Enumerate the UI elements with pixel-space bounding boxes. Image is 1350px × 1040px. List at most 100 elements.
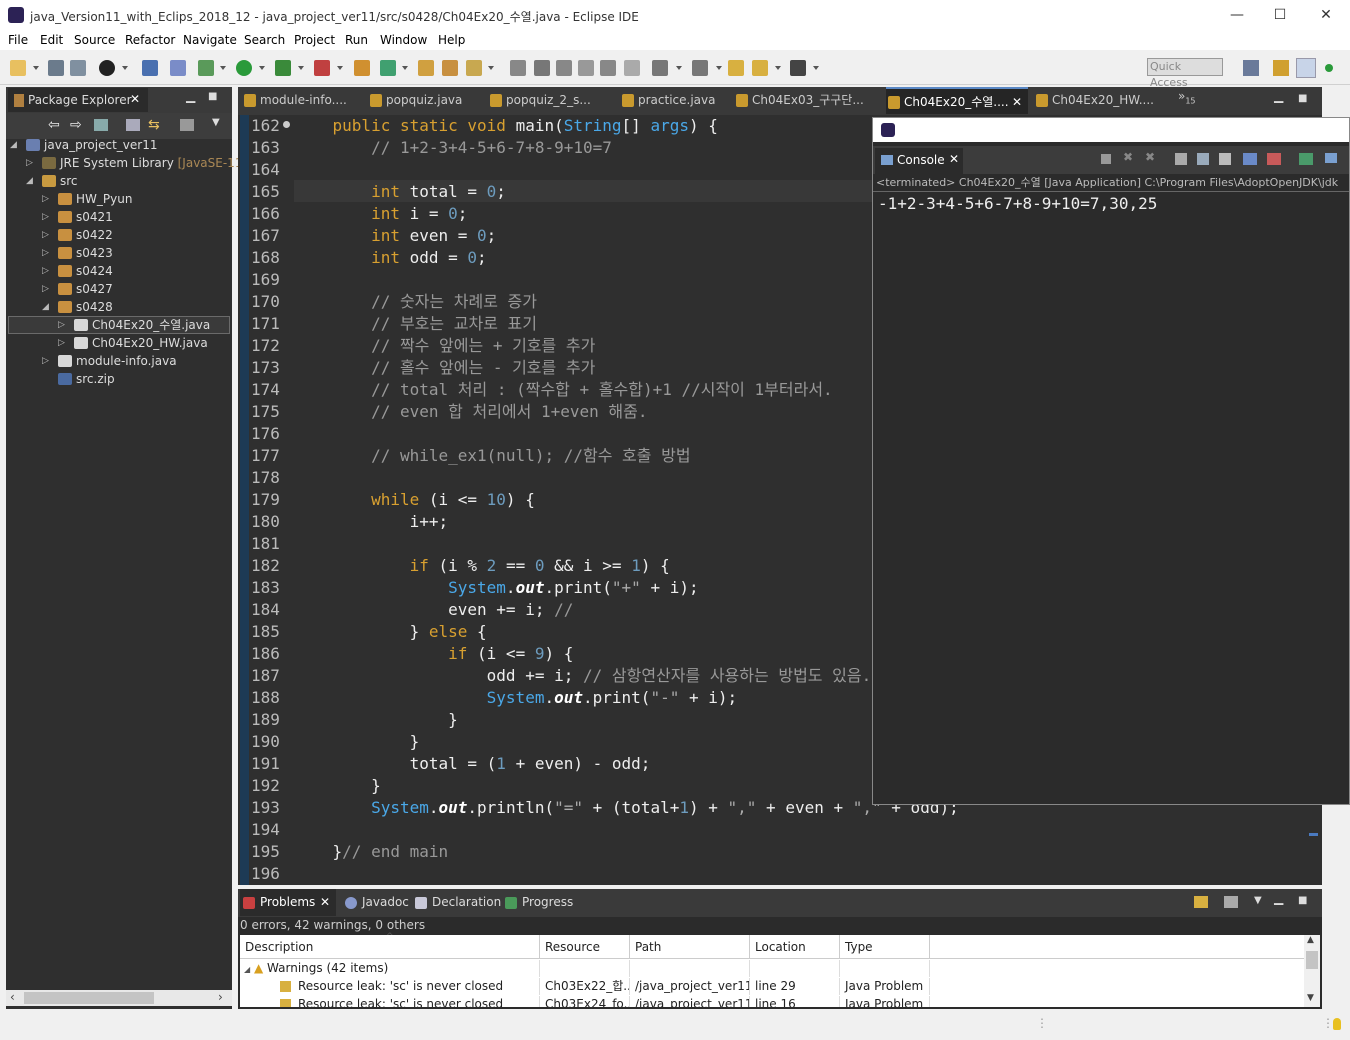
- minimize-view-icon[interactable]: ▁: [1274, 891, 1283, 905]
- menu-project[interactable]: Project: [294, 33, 335, 47]
- code-line[interactable]: // 1+2-3+4-5+6-7+8-9+10=7: [294, 137, 612, 159]
- scroll-thumb[interactable]: [24, 992, 154, 1004]
- terminate-icon[interactable]: [1101, 154, 1111, 164]
- tree-item-package[interactable]: s0428: [58, 298, 113, 316]
- open-console-icon[interactable]: [1325, 153, 1337, 163]
- code-line[interactable]: i++;: [294, 511, 449, 533]
- code-line[interactable]: // 부호는 교차로 표기: [294, 313, 537, 335]
- code-line[interactable]: public static void main(String[] args) {: [294, 115, 718, 137]
- toggle-mark-icon[interactable]: [510, 60, 526, 76]
- column-header-path[interactable]: Path: [630, 935, 750, 959]
- editor-tab[interactable]: popquiz_2_s...: [488, 87, 606, 114]
- editor-tab[interactable]: popquiz.java: [368, 87, 480, 114]
- skip-breakpoints-icon[interactable]: [170, 60, 186, 76]
- open-type-icon[interactable]: [418, 60, 434, 76]
- show-whitespace-icon[interactable]: [600, 60, 616, 76]
- scroll-left-icon[interactable]: ‹: [10, 990, 15, 1004]
- column-header-location[interactable]: Location: [750, 935, 840, 959]
- code-line[interactable]: if (i % 2 == 0 && i >= 1) {: [294, 555, 670, 577]
- last-edit-icon[interactable]: [728, 60, 744, 76]
- editor-tab[interactable]: Ch04Ex20_HW....: [1034, 87, 1164, 114]
- run-icon[interactable]: [236, 60, 252, 76]
- maximize-view-icon[interactable]: ■: [208, 91, 217, 102]
- tree-item-java-file[interactable]: Ch04Ex20_HW.java: [74, 334, 208, 352]
- code-line[interactable]: // 짝수 앞에는 + 기호를 추가: [294, 335, 595, 357]
- debug-icon[interactable]: [198, 60, 214, 76]
- view-menu-icon[interactable]: ▼: [1254, 895, 1262, 906]
- close-icon[interactable]: ✕: [320, 889, 330, 916]
- tree-item-java-file[interactable]: module-info.java: [58, 352, 177, 370]
- tree-item-zip[interactable]: src.zip: [58, 370, 115, 388]
- maximize-button[interactable]: ☐: [1269, 4, 1291, 26]
- menu-refactor[interactable]: Refactor: [125, 33, 175, 47]
- menu-edit[interactable]: Edit: [40, 33, 63, 47]
- code-line[interactable]: even += i; //: [294, 599, 573, 621]
- code-line[interactable]: System.out.print("+" + i);: [294, 577, 698, 599]
- close-icon[interactable]: ✕: [949, 152, 959, 166]
- console-output[interactable]: -1+2-3+4-5+6-7+8-9+10=7,30,25: [878, 194, 1157, 213]
- tab-console[interactable]: Console ✕: [875, 148, 963, 174]
- problems-vertical-scrollbar[interactable]: ▲ ▼: [1304, 935, 1320, 1007]
- tree-item-src[interactable]: src: [42, 172, 78, 190]
- editor-tab[interactable]: Ch04Ex03_구구단...: [734, 87, 878, 114]
- table-row[interactable]: Resource leak: 'sc' is never closed: [240, 996, 540, 1007]
- menu-help[interactable]: Help: [438, 33, 465, 47]
- code-line[interactable]: }: [294, 775, 381, 797]
- maximize-view-icon[interactable]: ■: [1298, 93, 1307, 104]
- menu-window[interactable]: Window: [380, 33, 427, 47]
- editor-tab[interactable]: module-info....: [242, 87, 360, 114]
- tree-item-package[interactable]: s0427: [58, 280, 113, 298]
- code-line[interactable]: System.out.println("=" + (total+1) + ","…: [294, 797, 959, 819]
- pilcrow-icon[interactable]: [624, 60, 640, 76]
- show-on-stderr-icon[interactable]: [1267, 153, 1281, 165]
- quick-access-input[interactable]: Quick Access: [1147, 58, 1223, 89]
- code-line[interactable]: // 홀수 앞에는 - 기호를 추가: [294, 357, 595, 379]
- menu-navigate[interactable]: Navigate: [183, 33, 237, 47]
- menu-source[interactable]: Source: [74, 33, 115, 47]
- focus-icon[interactable]: [180, 119, 194, 131]
- tab-declaration[interactable]: Declaration: [412, 889, 502, 916]
- back-arrow-icon[interactable]: ⇦: [48, 117, 60, 133]
- code-line[interactable]: int i = 0;: [294, 203, 467, 225]
- tab-progress[interactable]: Progress: [502, 889, 582, 916]
- code-line[interactable]: // 숫자는 차례로 증가: [294, 291, 537, 313]
- close-button[interactable]: ✕: [1315, 4, 1337, 26]
- code-line[interactable]: total = (1 + even) - odd;: [294, 753, 651, 775]
- word-wrap-icon[interactable]: [578, 60, 594, 76]
- debug-perspective-icon[interactable]: [1325, 64, 1333, 72]
- forward-icon[interactable]: [790, 60, 806, 76]
- tree-item-java-file[interactable]: Ch04Ex20_수열.java: [74, 316, 210, 334]
- tree-item-package[interactable]: s0424: [58, 262, 113, 280]
- code-line[interactable]: // even 합 처리에서 1+even 해줌.: [294, 401, 647, 423]
- code-line[interactable]: // total 처리 : (짝수합 + 홀수합)+1 //시작이 1부터라서.: [294, 379, 833, 401]
- tree-item-package[interactable]: s0421: [58, 208, 113, 226]
- back-icon[interactable]: [752, 60, 768, 76]
- scroll-up-icon[interactable]: ▲: [1307, 935, 1314, 945]
- code-line[interactable]: if (i <= 9) {: [294, 643, 573, 665]
- tree-item-project[interactable]: java_project_ver11: [26, 136, 157, 154]
- code-line[interactable]: }// end main: [294, 841, 449, 863]
- word-wrap-icon[interactable]: [1219, 153, 1231, 165]
- tree-item-package[interactable]: s0423: [58, 244, 113, 262]
- filters-icon[interactable]: [1224, 896, 1238, 908]
- save-all-icon[interactable]: [70, 60, 86, 76]
- tab-javadoc[interactable]: Javadoc: [342, 889, 410, 916]
- scroll-right-icon[interactable]: ›: [218, 990, 223, 1004]
- minimize-button[interactable]: —: [1226, 4, 1248, 26]
- collapse-all-icon[interactable]: [126, 119, 140, 131]
- tab-problems[interactable]: Problems ✕: [240, 889, 336, 916]
- coverage-icon[interactable]: [275, 60, 291, 76]
- editor-tab-active[interactable]: Ch04Ex20_수열.... ✕: [886, 87, 1028, 114]
- save-icon[interactable]: [48, 60, 64, 76]
- open-task-icon[interactable]: [442, 60, 458, 76]
- menu-search[interactable]: Search: [244, 33, 285, 47]
- warnings-group-row[interactable]: ◢ ▲ Warnings (42 items): [240, 960, 540, 977]
- editor-tab[interactable]: practice.java: [620, 87, 728, 114]
- scroll-lock-icon[interactable]: [1197, 153, 1209, 165]
- code-line[interactable]: while (i <= 10) {: [294, 489, 535, 511]
- search-icon[interactable]: [466, 60, 482, 76]
- publish-icon[interactable]: [99, 60, 115, 76]
- tree-item-package[interactable]: s0422: [58, 226, 113, 244]
- editor-overflow-chevron[interactable]: »15: [1178, 89, 1196, 105]
- edit-icon[interactable]: [534, 60, 550, 76]
